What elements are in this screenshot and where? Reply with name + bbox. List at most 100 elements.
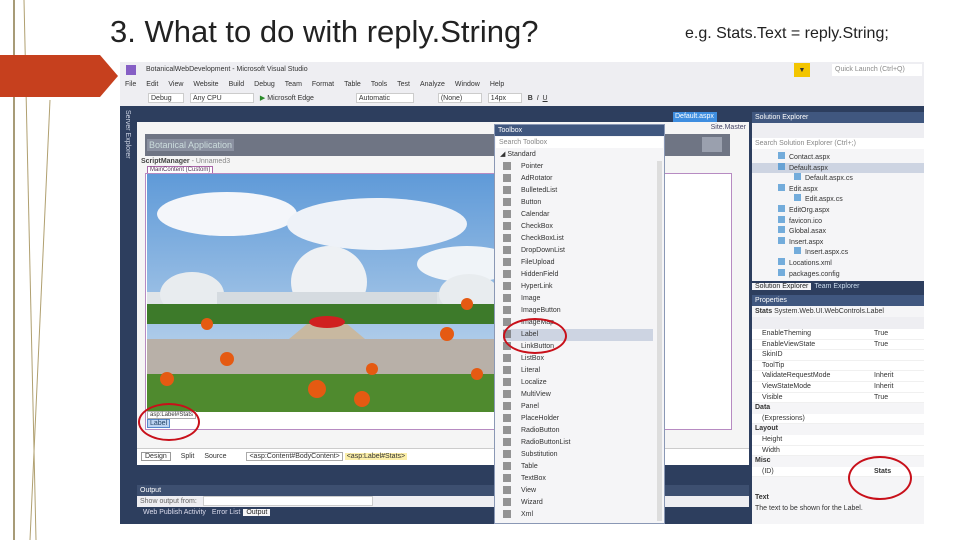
property-row[interactable]: Visible True: [752, 392, 924, 404]
solution-search[interactable]: Search Solution Explorer (Ctrl+;): [752, 138, 924, 149]
toolbox-item-panel[interactable]: Panel: [503, 401, 653, 413]
menu-window[interactable]: Window: [455, 81, 480, 88]
toolbox-item-localize[interactable]: Localize: [503, 377, 653, 389]
property-row[interactable]: ToolTip: [752, 360, 924, 372]
toolbox-item-checkbox[interactable]: CheckBox: [503, 221, 653, 233]
quick-launch-input[interactable]: Quick Launch (Ctrl+Q): [832, 64, 922, 76]
toolbox-item-substitution[interactable]: Substitution: [503, 449, 653, 461]
toolbox-item-pointer[interactable]: Pointer: [503, 161, 653, 173]
italic-button[interactable]: I: [537, 95, 539, 102]
property-row[interactable]: ViewStateMode Inherit: [752, 381, 924, 393]
tab-web-publish-activity[interactable]: Web Publish Activity: [140, 509, 209, 516]
toolbox-group-standard[interactable]: ◢ Standard: [495, 149, 664, 160]
toolbox-item-radiobuttonlist[interactable]: RadioButtonList: [503, 437, 653, 449]
property-row[interactable]: Height: [752, 434, 924, 446]
run-target-button[interactable]: Microsoft Edge: [267, 95, 314, 102]
property-value[interactable]: Inherit: [874, 371, 893, 381]
property-row[interactable]: (Expressions): [752, 413, 924, 425]
tab-output[interactable]: Output: [243, 509, 271, 516]
style-select[interactable]: Automatic: [355, 93, 414, 104]
solution-item[interactable]: Default.aspx: [752, 162, 924, 174]
toolbox-item-calendar[interactable]: Calendar: [503, 209, 653, 221]
menu-table[interactable]: Table: [344, 81, 361, 88]
menu-edit[interactable]: Edit: [146, 81, 158, 88]
property-row[interactable]: EnableTheming True: [752, 329, 924, 340]
toolbox-item-multiview[interactable]: MultiView: [503, 389, 653, 401]
breadcrumb-body-content[interactable]: <asp:Content#BodyContent>: [246, 452, 343, 461]
solution-item[interactable]: Default.aspx.cs: [752, 173, 924, 184]
menu-format[interactable]: Format: [312, 81, 334, 88]
underline-button[interactable]: U: [543, 95, 548, 102]
toolbox-item-button[interactable]: Button: [503, 197, 653, 209]
toolbox-item-wizard[interactable]: Wizard: [503, 497, 653, 509]
solution-item[interactable]: Locations.xml: [752, 257, 924, 269]
toolbox-search[interactable]: Search Toolbox: [496, 137, 663, 148]
solution-item[interactable]: Insert.aspx: [752, 236, 924, 248]
menu-test[interactable]: Test: [397, 81, 410, 88]
menu-build[interactable]: Build: [229, 81, 245, 88]
toolbox-item-image[interactable]: Image: [503, 293, 653, 305]
solution-item[interactable]: packages.config: [752, 268, 924, 280]
toolbox-item-imagebutton[interactable]: ImageButton: [503, 305, 653, 317]
bold-button[interactable]: B: [528, 95, 533, 102]
site-master-link[interactable]: Site.Master: [711, 124, 746, 131]
toolbox-item-placeholder[interactable]: PlaceHolder: [503, 413, 653, 425]
menu-tools[interactable]: Tools: [371, 81, 387, 88]
filter-icon[interactable]: ▼: [794, 63, 810, 77]
toolbox-item-table[interactable]: Table: [503, 461, 653, 473]
toolbox-scrollbar[interactable]: [657, 161, 662, 521]
menu-website[interactable]: Website: [193, 81, 218, 88]
tab-design[interactable]: Design: [141, 452, 171, 461]
menu-help[interactable]: Help: [490, 81, 504, 88]
tab-team-explorer[interactable]: Team Explorer: [811, 283, 862, 290]
font-size-select[interactable]: 14px: [487, 93, 522, 104]
toolbox-item-xml[interactable]: Xml: [503, 509, 653, 521]
property-row[interactable]: ValidateRequestMode Inherit: [752, 371, 924, 382]
toolbox-item-bulletedlist[interactable]: BulletedList: [503, 185, 653, 197]
tab-default-aspx[interactable]: Default.aspx: [673, 112, 717, 122]
server-explorer-tab[interactable]: Server Explorer: [124, 110, 131, 159]
property-category[interactable]: Data: [752, 403, 924, 414]
menu-debug[interactable]: Debug: [254, 81, 275, 88]
property-value[interactable]: True: [874, 329, 888, 339]
tab-error-list[interactable]: Error List: [209, 509, 243, 516]
toolbox-item-fileupload[interactable]: FileUpload: [503, 257, 653, 269]
toolbox-item-adrotator[interactable]: AdRotator: [503, 173, 653, 185]
property-category[interactable]: Layout: [752, 424, 924, 435]
property-value[interactable]: True: [874, 393, 888, 403]
platform-select[interactable]: Any CPU: [189, 93, 254, 104]
toolbox-item-textbox[interactable]: TextBox: [503, 473, 653, 485]
menu-analyze[interactable]: Analyze: [420, 81, 445, 88]
breadcrumb-label-stats[interactable]: <asp:Label#Stats>: [344, 453, 408, 460]
solution-item[interactable]: Contact.aspx: [752, 152, 924, 163]
solution-item[interactable]: Insert.aspx.cs: [752, 247, 924, 258]
solution-item[interactable]: favicon.ico: [752, 215, 924, 227]
solution-item[interactable]: EditOrg.aspx: [752, 204, 924, 216]
toolbox-item-listbox[interactable]: ListBox: [503, 353, 653, 365]
toolbox-item-hyperlink[interactable]: HyperLink: [503, 281, 653, 293]
property-value[interactable]: True: [874, 340, 888, 350]
toolbox-item-view[interactable]: View: [503, 485, 653, 497]
solution-item[interactable]: Edit.aspx.cs: [752, 194, 924, 205]
output-source-select[interactable]: [202, 496, 373, 507]
class-select[interactable]: (None): [437, 93, 482, 104]
toolbox-item-radiobutton[interactable]: RadioButton: [503, 425, 653, 437]
property-row[interactable]: EnableViewState True: [752, 339, 924, 351]
toolbox-item-hiddenfield[interactable]: HiddenField: [503, 269, 653, 281]
menu-view[interactable]: View: [168, 81, 183, 88]
property-row[interactable]: SkinID: [752, 350, 924, 361]
tab-solution-explorer[interactable]: Solution Explorer: [752, 283, 812, 290]
solution-item[interactable]: Global.asax: [752, 226, 924, 237]
tab-source[interactable]: Source: [204, 453, 226, 460]
solution-item[interactable]: Edit.aspx: [752, 183, 924, 195]
toolbox-item-dropdownlist[interactable]: DropDownList: [503, 245, 653, 257]
toolbox-item-checkboxlist[interactable]: CheckBoxList: [503, 233, 653, 245]
property-row[interactable]: Width: [752, 445, 924, 457]
property-value[interactable]: Inherit: [874, 382, 893, 392]
tab-split[interactable]: Split: [181, 453, 195, 460]
menu-file[interactable]: File: [125, 81, 136, 88]
toolbox-item-literal[interactable]: Literal: [503, 365, 653, 377]
menu-team[interactable]: Team: [285, 81, 302, 88]
config-select[interactable]: Debug: [148, 93, 184, 104]
run-icon[interactable]: ▶: [260, 95, 265, 102]
